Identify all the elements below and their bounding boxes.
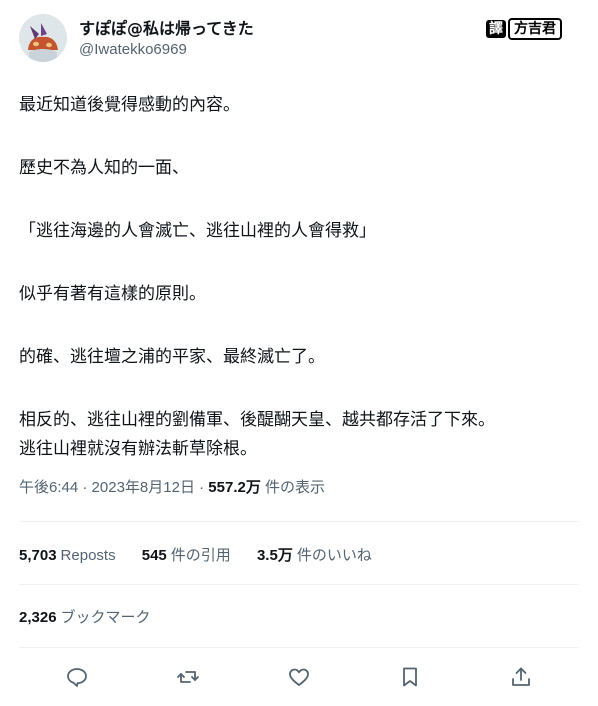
tweet-line: 的確、逃往壇之浦的平家、最終滅亡了。: [19, 347, 325, 367]
author-name[interactable]: すぽぽ@私は帰ってきた: [79, 15, 254, 39]
separator-dot: ·: [199, 479, 209, 496]
quotes-label: 件の引用: [170, 547, 231, 564]
like-button[interactable]: [286, 664, 312, 690]
tweet-line: 「逃往海邊的人會滅亡、逃往山裡的人會得救」: [19, 221, 376, 241]
author-handle[interactable]: @Iwatekko6969: [79, 41, 187, 58]
share-button[interactable]: [508, 664, 534, 690]
tweet-line: 歷史不為人知的一面、: [19, 158, 189, 178]
reply-icon: [67, 668, 87, 687]
repost-button[interactable]: [175, 664, 201, 690]
tweet-line: 似乎有著有這樣的原則。: [19, 284, 206, 304]
divider: [19, 584, 579, 585]
tweet-date[interactable]: 2023年8月12日: [92, 479, 195, 496]
reposts-stat[interactable]: 5,703 Reposts: [19, 547, 116, 564]
likes-label: 件のいいね: [296, 547, 372, 564]
reply-button[interactable]: [64, 664, 90, 690]
likes-count: 3.5万: [256, 547, 293, 564]
quotes-stat[interactable]: 545 件の引用: [142, 547, 231, 564]
tweet-time[interactable]: 午後6:44: [19, 479, 78, 496]
bookmark-icon: [403, 667, 417, 687]
divider: [19, 647, 579, 648]
avatar-image: [19, 14, 67, 62]
tweet-line: 逃往山裡就沒有辦法斬草除根。: [19, 439, 257, 459]
views-label: 件の表示: [265, 479, 326, 496]
views-count: 557.2万: [208, 479, 261, 496]
bookmarks-stat[interactable]: 2,326 ブックマーク: [19, 606, 151, 627]
separator-dot: ·: [82, 479, 92, 496]
watermark-prefix: 譯: [486, 20, 506, 38]
quotes-count: 545: [141, 547, 167, 564]
share-icon: [512, 667, 530, 686]
watermark-name: 方吉君: [508, 18, 562, 40]
heart-icon: [289, 668, 309, 686]
bookmarks-count: 2,326: [19, 609, 57, 626]
bookmarks-label: ブックマーク: [60, 609, 151, 626]
divider: [19, 521, 579, 522]
reposts-label: Reposts: [60, 547, 116, 564]
repost-icon: [177, 671, 199, 683]
avatar[interactable]: [19, 14, 67, 62]
translator-watermark: 譯方吉君: [486, 18, 562, 40]
tweet-line: 相反的、逃往山裡的劉備軍、後醍醐天皇、越共都存活了下來。: [19, 410, 495, 430]
tweet-meta: 午後6:44 · 2023年8月12日 · 557.2万 件の表示: [19, 476, 325, 497]
likes-stat[interactable]: 3.5万 件のいいね: [257, 547, 372, 564]
tweet-line: 最近知道後覺得感動的內容。: [19, 95, 240, 115]
engagement-stats: 5,703 Reposts 545 件の引用 3.5万 件のいいね: [19, 544, 394, 565]
bookmark-button[interactable]: [397, 664, 423, 690]
tweet-text: 最近知道後覺得感動的內容。 歷史不為人知的一面、 「逃往海邊的人會滅亡、逃往山裡…: [19, 91, 584, 464]
reposts-count: 5,703: [19, 547, 57, 564]
